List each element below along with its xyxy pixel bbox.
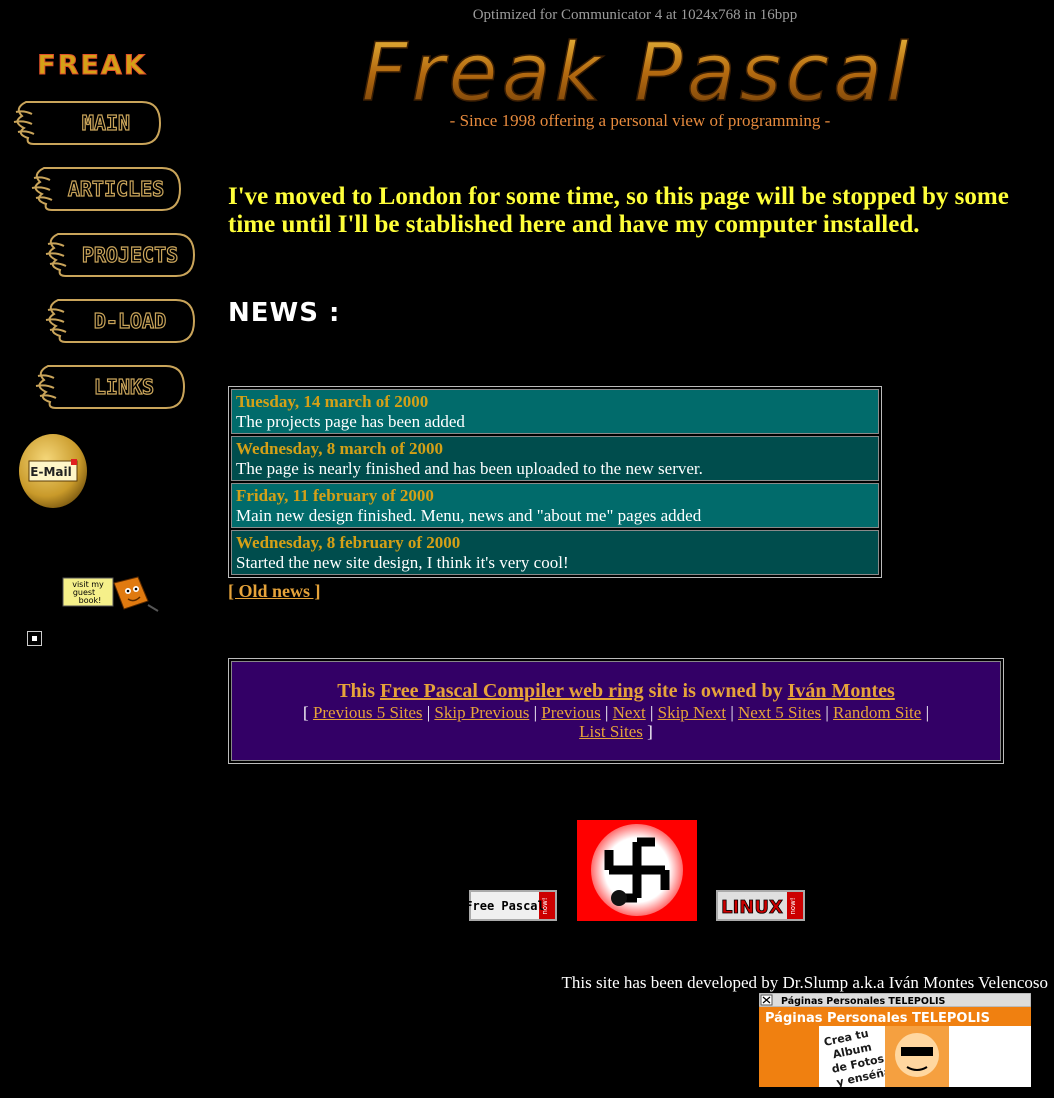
news-text: Main new design finished. Menu, news and…	[236, 506, 702, 525]
separator: |	[529, 703, 542, 722]
svg-text:ARTICLES: ARTICLES	[68, 177, 164, 201]
marker-square	[27, 631, 42, 646]
svg-text:now!: now!	[789, 897, 797, 914]
webring-title: This Free Pascal Compiler web ring site …	[232, 679, 1000, 703]
nav-dload-button[interactable]: D-LOAD	[44, 296, 196, 346]
webring-title-this: This	[337, 680, 380, 702]
webring-owner-link[interactable]: Iván Montes	[788, 680, 895, 702]
skip-previous-link[interactable]: Skip Previous	[434, 703, 529, 722]
svg-text:E-Mail: E-Mail	[30, 465, 71, 479]
svg-text:Páginas Personales TELEPOLIS: Páginas Personales TELEPOLIS	[781, 996, 946, 1007]
freak-pascal-logo: Freak Pascal	[363, 28, 911, 114]
nav-main-button[interactable]: MAIN	[12, 98, 162, 148]
random-site-link[interactable]: Random Site	[833, 703, 921, 722]
webring-links: [ Previous 5 Sites | Skip Previous | Pre…	[232, 703, 1000, 741]
previous-5-sites-link[interactable]: Previous 5 Sites	[313, 703, 423, 722]
skip-next-link[interactable]: Skip Next	[658, 703, 726, 722]
red-banner-image	[577, 820, 697, 921]
svg-text:Páginas Personales TELEPOLIS: Páginas Personales TELEPOLIS	[765, 1011, 990, 1026]
webring-title-mid: site is owned by	[643, 680, 788, 702]
separator: |	[645, 703, 658, 722]
svg-text:now!: now!	[541, 897, 549, 914]
svg-text:LINKS: LINKS	[94, 375, 154, 399]
nav-articles-button[interactable]: ARTICLES	[30, 164, 182, 214]
news-text: Started the new site design, I think it'…	[236, 553, 569, 572]
telepolis-ad-banner[interactable]: Páginas Personales TELEPOLIS Páginas Per…	[759, 993, 1031, 1087]
svg-text:Freak Pascal: Freak Pascal	[363, 28, 911, 114]
credit-text: This site has been developed by Dr.Slump…	[561, 973, 1048, 992]
svg-text:Free Pascal: Free Pascal	[469, 899, 545, 913]
next-link[interactable]: Next	[613, 703, 646, 722]
old-news-link[interactable]: [ Old news ]	[228, 581, 321, 602]
news-item: Wednesday, 8 march of 2000 The page is n…	[231, 436, 879, 481]
guestbook-button[interactable]: visit my guest book!	[62, 571, 162, 613]
separator: |	[600, 703, 613, 722]
webring-box: This Free Pascal Compiler web ring site …	[228, 658, 1004, 764]
separator: |	[422, 703, 435, 722]
news-item: Wednesday, 8 february of 2000 Started th…	[231, 530, 879, 575]
open-bracket: [	[303, 703, 313, 722]
list-sites-link[interactable]: List Sites	[579, 722, 643, 741]
next-5-sites-link[interactable]: Next 5 Sites	[738, 703, 821, 722]
news-text: The page is nearly finished and has been…	[236, 459, 703, 478]
free-pascal-badge[interactable]: Free Pascal now!	[469, 890, 557, 921]
freak-small-logo: FREAK	[37, 50, 147, 82]
news-table: Tuesday, 14 march of 2000 The projects p…	[228, 386, 882, 578]
nav-links-button[interactable]: LINKS	[34, 362, 186, 412]
svg-text:FREAK: FREAK	[37, 50, 147, 81]
tagline: - Since 1998 offering a personal view of…	[449, 111, 831, 130]
email-button[interactable]: E-Mail	[17, 432, 89, 510]
separator: |	[821, 703, 834, 722]
svg-text:LINUX: LINUX	[721, 897, 783, 918]
news-text: The projects page has been added	[236, 412, 465, 431]
news-date: Wednesday, 8 march of 2000	[236, 439, 444, 458]
webring-panel: This Free Pascal Compiler web ring site …	[231, 661, 1001, 761]
optimized-notice: Optimized for Communicator 4 at 1024x768…	[472, 7, 798, 23]
svg-text:D-LOAD: D-LOAD	[94, 309, 166, 333]
separator: |	[726, 703, 738, 722]
news-date: Friday, 11 february of 2000	[236, 486, 434, 505]
close-bracket: ]	[642, 722, 653, 741]
news-date: Wednesday, 8 february of 2000	[236, 533, 461, 552]
news-heading: NEWS :	[228, 298, 341, 328]
news-date: Tuesday, 14 march of 2000	[236, 392, 429, 411]
news-item: Friday, 11 february of 2000 Main new des…	[231, 483, 879, 528]
svg-text:MAIN: MAIN	[82, 111, 130, 135]
linux-badge[interactable]: LINUX now!	[716, 890, 805, 921]
webring-name-link[interactable]: Free Pascal Compiler web ring	[380, 680, 644, 702]
svg-text:book!: book!	[79, 596, 102, 605]
news-item: Tuesday, 14 march of 2000 The projects p…	[231, 389, 879, 434]
moving-notice: I've moved to London for some time, so t…	[228, 183, 1009, 238]
separator: |	[921, 703, 929, 722]
svg-text:PROJECTS: PROJECTS	[82, 243, 178, 267]
nav-projects-button[interactable]: PROJECTS	[44, 230, 196, 280]
previous-link[interactable]: Previous	[541, 703, 601, 722]
